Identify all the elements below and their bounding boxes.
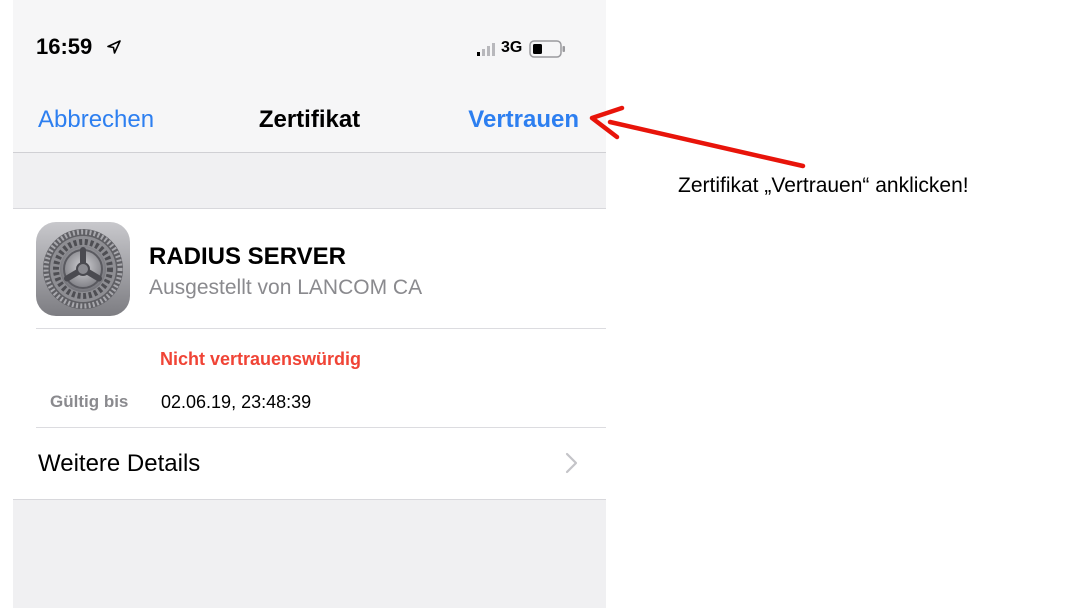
signal-icon [477, 43, 495, 56]
more-details-row[interactable]: Weitere Details [13, 428, 606, 498]
trust-status-warning: Nicht vertrauenswürdig [160, 349, 362, 369]
divider [36, 328, 606, 329]
chevron-right-icon [565, 452, 578, 474]
status-time: 16:59 [36, 34, 93, 59]
navigation-bar: Abbrechen Zertifikat Vertrauen [13, 78, 606, 153]
certificate-issuer: Ausgestellt von LANCOM CA [149, 276, 423, 299]
certificate-name: RADIUS SERVER [149, 243, 346, 270]
valid-until-value: 02.06.19, 23:48:39 [161, 392, 312, 412]
annotation-text: Zertifikat „Vertrauen“ anklicken! [678, 174, 969, 197]
trust-button[interactable]: Vertrauen [468, 106, 579, 134]
certificate-card: RADIUS SERVER Ausgestellt von LANCOM CA … [13, 208, 606, 500]
location-arrow-icon [107, 40, 121, 54]
network-label: 3G [501, 39, 523, 56]
battery-icon [529, 40, 565, 58]
valid-until-label: Gültig bis [50, 392, 129, 411]
phone-screen: 16:59 3G Abbrechen Zertifikat Vertrauen [13, 0, 606, 608]
status-bar: 16:59 3G [13, 0, 606, 78]
page: 16:59 3G Abbrechen Zertifikat Vertrauen [0, 0, 1083, 608]
more-details-label: Weitere Details [38, 450, 201, 477]
settings-gear-icon [36, 222, 130, 316]
